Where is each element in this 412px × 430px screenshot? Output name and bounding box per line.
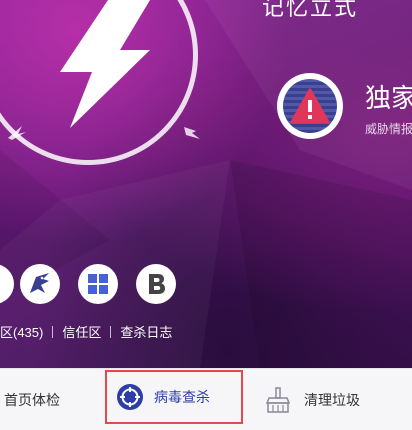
windows-icon (88, 274, 108, 294)
quarantine-link[interactable]: 区(435) (0, 322, 43, 341)
hero-banner: 记忆立式 独家 威胁情报 区(435) 信任区查杀日志 (0, 0, 412, 368)
scan-log-link[interactable]: 查杀日志 (120, 322, 172, 341)
tab-home-check-label: 首页体检 (4, 391, 60, 408)
header-text: 记忆立式 (262, 0, 359, 20)
spark-right-icon (184, 127, 200, 139)
promo-title: 独家 (365, 83, 412, 113)
tab-virus-scan[interactable]: 病毒查杀 (105, 370, 243, 424)
crosshair-shield-icon (117, 384, 143, 410)
threat-intel-badge[interactable] (277, 73, 343, 139)
promo-subtitle: 威胁情报 (365, 122, 412, 136)
quick-action-eagle-button[interactable] (20, 264, 60, 304)
lightning-bolt-icon (60, 0, 150, 128)
bottom-tab-bar: 首页体检 病毒查杀 清理垃圾 (0, 368, 412, 430)
tab-cleanup-label: 清理垃圾 (304, 391, 360, 408)
spark-left-icon (8, 126, 26, 140)
quick-action-windows-button[interactable] (78, 264, 118, 304)
divider (110, 326, 112, 338)
tab-home-check[interactable]: 首页体检 (4, 369, 60, 430)
tab-virus-scan-label: 病毒查杀 (154, 389, 210, 405)
threat-badge-inner (283, 79, 337, 133)
eagle-icon (30, 273, 49, 293)
tab-cleanup[interactable]: 清理垃圾 (264, 369, 360, 430)
broom-icon (265, 386, 291, 413)
warning-triangle-icon (290, 88, 330, 124)
trust-zone-link[interactable]: 信任区 (62, 322, 101, 341)
quick-action-b-button[interactable] (136, 264, 176, 304)
divider (52, 326, 54, 338)
b-letter-icon (149, 274, 165, 294)
quick-links: 区(435) 信任区 查杀日志 (0, 322, 172, 341)
